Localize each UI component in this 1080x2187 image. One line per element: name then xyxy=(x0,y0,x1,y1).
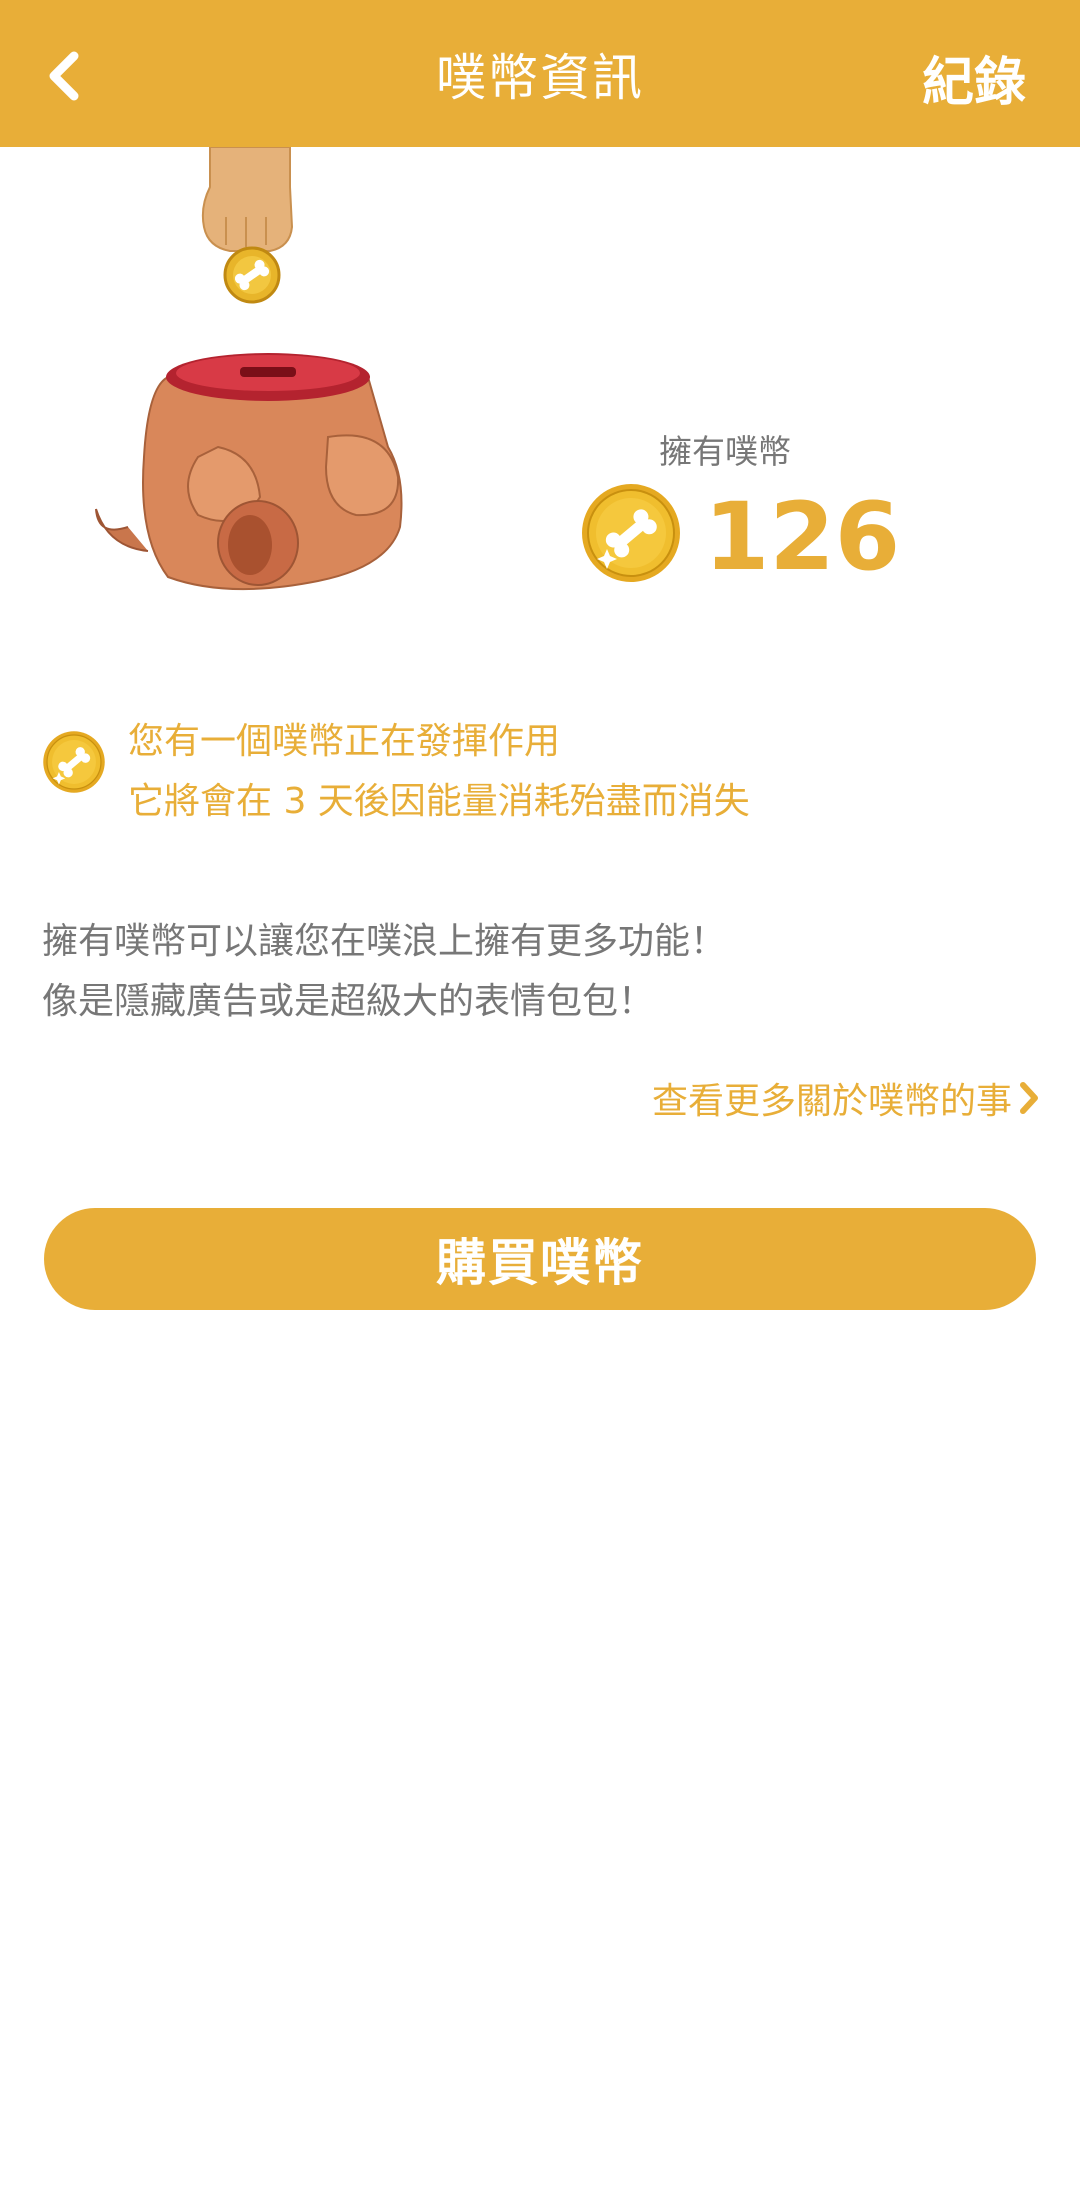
description-line-2: 像是隱藏廣告或是超級大的表情包包！ xyxy=(42,981,655,1022)
learn-more-link[interactable]: 查看更多關於噗幣的事 xyxy=(652,1070,1040,1126)
record-button[interactable]: 紀錄 xyxy=(922,42,1026,113)
app-bar: 噗幣資訊 紀錄 xyxy=(0,0,1080,147)
learn-more-label: 查看更多關於噗幣的事 xyxy=(651,1081,1012,1122)
buy-coins-button[interactable]: 購買噗幣 xyxy=(44,1208,1036,1310)
notice-line-1: 您有一個噗幣正在發揮作用 xyxy=(128,721,561,762)
description-line-1: 擁有噗幣可以讓您在噗浪上擁有更多功能！ xyxy=(42,921,727,962)
bone-coin-icon xyxy=(43,731,105,793)
hand-dropping-coin-icon xyxy=(201,147,294,304)
chevron-right-icon xyxy=(1020,1082,1038,1114)
piggy-bank-dog-icon xyxy=(95,353,403,591)
back-button[interactable] xyxy=(28,40,100,112)
bone-coin-icon xyxy=(582,484,680,582)
balance-value: 126 xyxy=(704,482,901,592)
page-title: 噗幣資訊 xyxy=(436,48,644,107)
notice-line-2: 它將會在 3 天後因能量消耗殆盡而消失 xyxy=(128,781,750,822)
chevron-left-icon xyxy=(49,51,79,101)
balance-label: 擁有噗幣 xyxy=(659,432,791,471)
hero-illustration: 擁有噗幣 126 xyxy=(0,147,1080,647)
